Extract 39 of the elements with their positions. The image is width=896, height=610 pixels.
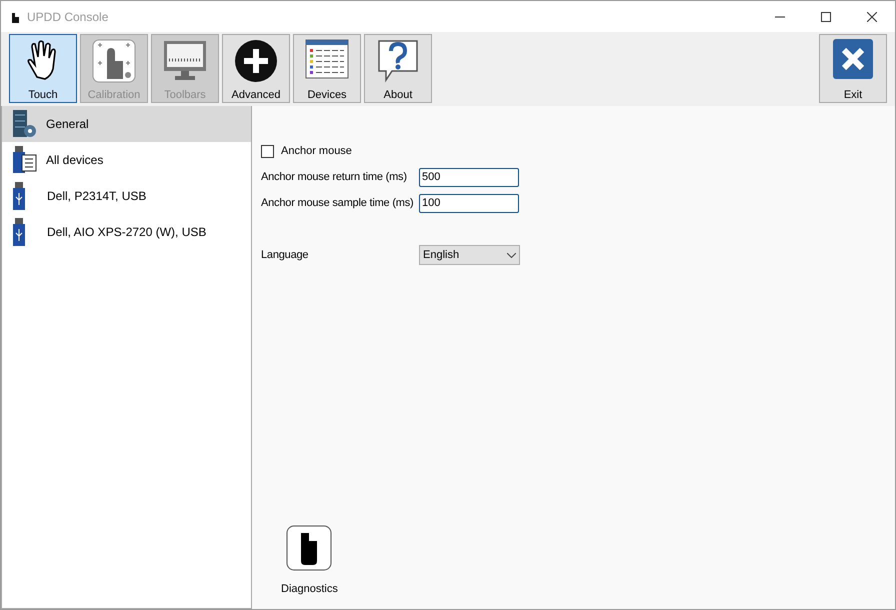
close-icon [833,39,873,79]
toolbar-button[interactable]: Advanced [222,34,290,103]
field-label: Anchor mouse return time (ms) [261,171,408,183]
diagnostics-label: Diagnostics [281,583,338,595]
input-field[interactable]: 100 [419,194,519,212]
sidebar-item[interactable]: Dell, P2314T, USB [2,178,251,214]
usb-drive-icon [13,218,25,246]
toolbar-button[interactable]: About [364,34,432,103]
plus-icon [234,39,278,83]
monitor-icon [163,39,207,83]
diagnostics-icon[interactable] [286,525,332,571]
field-label: Language [261,249,310,261]
usb-drive-icon [13,182,25,210]
toolbar-button[interactable]: Touch [9,34,77,103]
close-icon [867,12,877,22]
help-icon [376,39,420,83]
sidebar-item[interactable]: Dell, AIO XPS-2720 (W), USB [2,214,251,250]
usb-list-icon [12,145,38,175]
field-label: Anchor mouse sample time (ms) [261,197,415,209]
sidebar-item[interactable]: All devices [2,142,251,178]
checkbox[interactable] [261,144,274,158]
maximize-icon [821,12,831,22]
sidebar-label: Dell, AIO XPS-2720 (W), USB [47,225,206,239]
minimize-icon [775,16,785,18]
window-title: UPDD Console [27,10,110,24]
sidebar-item[interactable]: General [2,106,251,142]
app-icon [11,10,19,22]
sidebar-label: Dell, P2314T, USB [47,189,146,203]
input-field[interactable]: 500 [419,168,519,186]
checkbox-label: Anchor mouse [281,145,352,157]
calibration-icon [92,39,136,83]
sidebar-label: General [46,117,89,131]
server-gear-icon [12,109,38,139]
language-dropdown[interactable]: English [419,245,520,265]
list-icon [305,39,349,79]
toolbar-button[interactable]: Devices [293,34,361,103]
exit-button[interactable]: Exit [819,34,887,103]
chevron-down-icon [507,252,516,258]
sidebar-label: All devices [46,153,104,167]
